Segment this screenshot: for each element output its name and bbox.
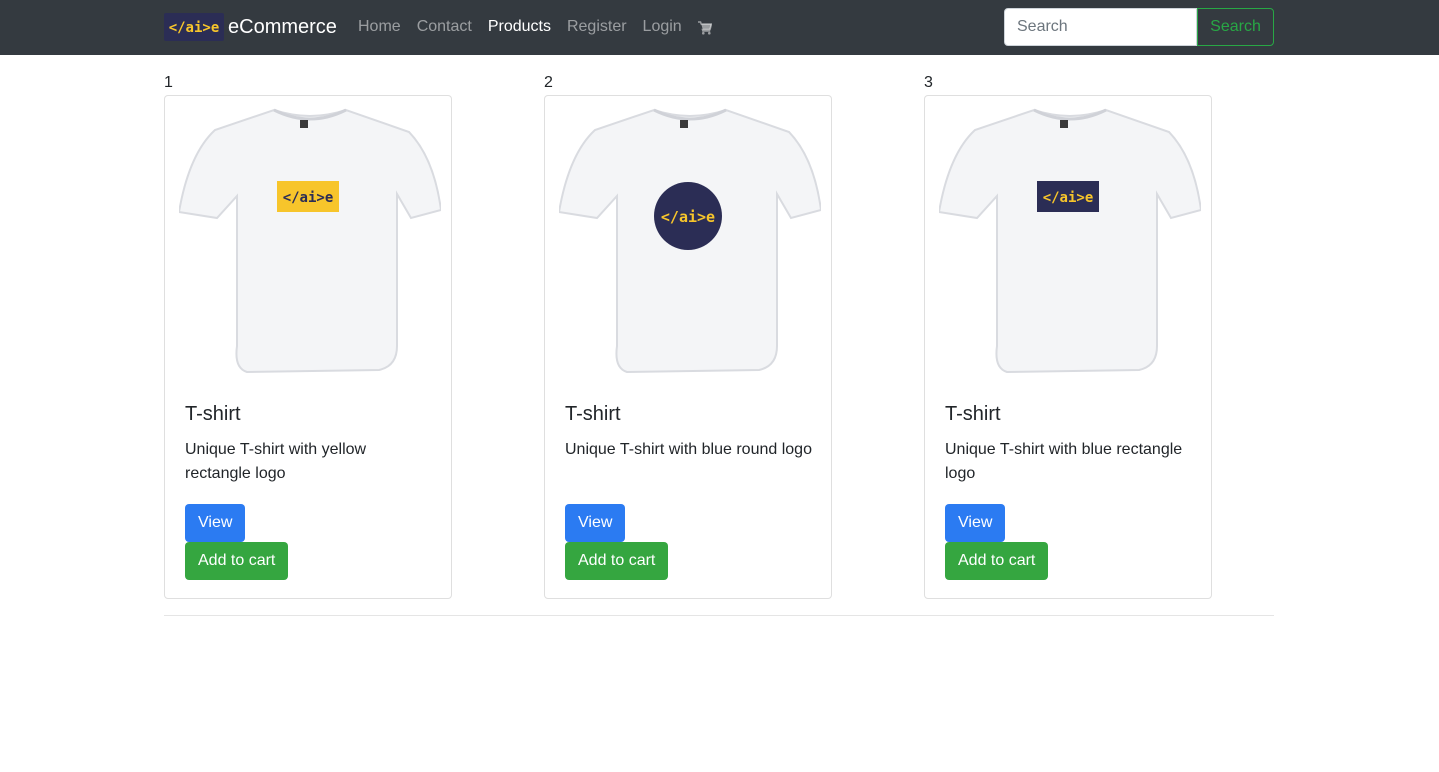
- nav-link-contact[interactable]: Contact: [417, 17, 472, 37]
- product-title: T-shirt: [945, 403, 1001, 425]
- product-column: 2 </ai>e T-shirt Unique T-shirt with blu…: [544, 73, 832, 599]
- product-description: Unique T-shirt with blue round logo: [565, 441, 812, 458]
- product-card: </ai>e T-shirt Unique T-shirt with yello…: [164, 95, 452, 599]
- navbar: </ai>e eCommerce Home Contact Products R…: [0, 0, 1439, 55]
- svg-text:</ai>e: </ai>e: [169, 20, 220, 36]
- view-button[interactable]: View: [945, 504, 1006, 542]
- product-index: 1: [164, 74, 173, 91]
- search-input[interactable]: [1004, 8, 1197, 46]
- svg-text:</ai>e: </ai>e: [1043, 190, 1094, 206]
- view-button[interactable]: View: [565, 504, 626, 542]
- brand-logo-icon: </ai>e: [164, 13, 224, 41]
- product-title: T-shirt: [185, 403, 241, 425]
- shopping-cart-icon[interactable]: [697, 21, 713, 35]
- add-to-cart-button[interactable]: Add to cart: [565, 542, 669, 580]
- product-description: Unique T-shirt with yellow rectangle log…: [185, 441, 367, 482]
- tshirt-image: </ai>e: [177, 106, 443, 374]
- product-card: </ai>e T-shirt Unique T-shirt with blue …: [544, 95, 832, 599]
- product-description: Unique T-shirt with blue rectangle logo: [945, 441, 1183, 482]
- add-to-cart-button[interactable]: Add to cart: [945, 542, 1049, 580]
- nav-link-register[interactable]: Register: [567, 17, 627, 37]
- product-card: </ai>e T-shirt Unique T-shirt with blue …: [924, 95, 1212, 599]
- brand[interactable]: </ai>e eCommerce: [164, 13, 337, 41]
- brand-name: eCommerce: [228, 16, 337, 38]
- product-index: 2: [544, 74, 553, 91]
- card-body: T-shirt Unique T-shirt with yellow recta…: [185, 402, 433, 580]
- card-body: T-shirt Unique T-shirt with blue rectang…: [945, 402, 1193, 580]
- product-title: T-shirt: [565, 403, 621, 425]
- card-body: T-shirt Unique T-shirt with blue round l…: [565, 402, 813, 580]
- nav-link-home[interactable]: Home: [358, 17, 401, 37]
- search-button[interactable]: Search: [1197, 8, 1274, 46]
- product-index: 3: [924, 74, 933, 91]
- nav-links: Home Contact Products Register Login: [358, 17, 713, 37]
- divider: [164, 615, 1274, 616]
- tshirt-image: </ai>e: [937, 106, 1203, 374]
- svg-text:</ai>e: </ai>e: [661, 208, 715, 226]
- view-button[interactable]: View: [185, 504, 246, 542]
- add-to-cart-button[interactable]: Add to cart: [185, 542, 289, 580]
- nav-link-products[interactable]: Products: [488, 17, 551, 37]
- svg-text:</ai>e: </ai>e: [283, 190, 334, 206]
- product-column: 1 </ai>e T-shirt Unique T-shirt with yel…: [164, 73, 452, 599]
- nav-link-login[interactable]: Login: [643, 17, 682, 37]
- tshirt-image: </ai>e: [557, 106, 823, 374]
- product-column: 3 </ai>e T-shirt Unique T-shirt with blu…: [924, 73, 1212, 599]
